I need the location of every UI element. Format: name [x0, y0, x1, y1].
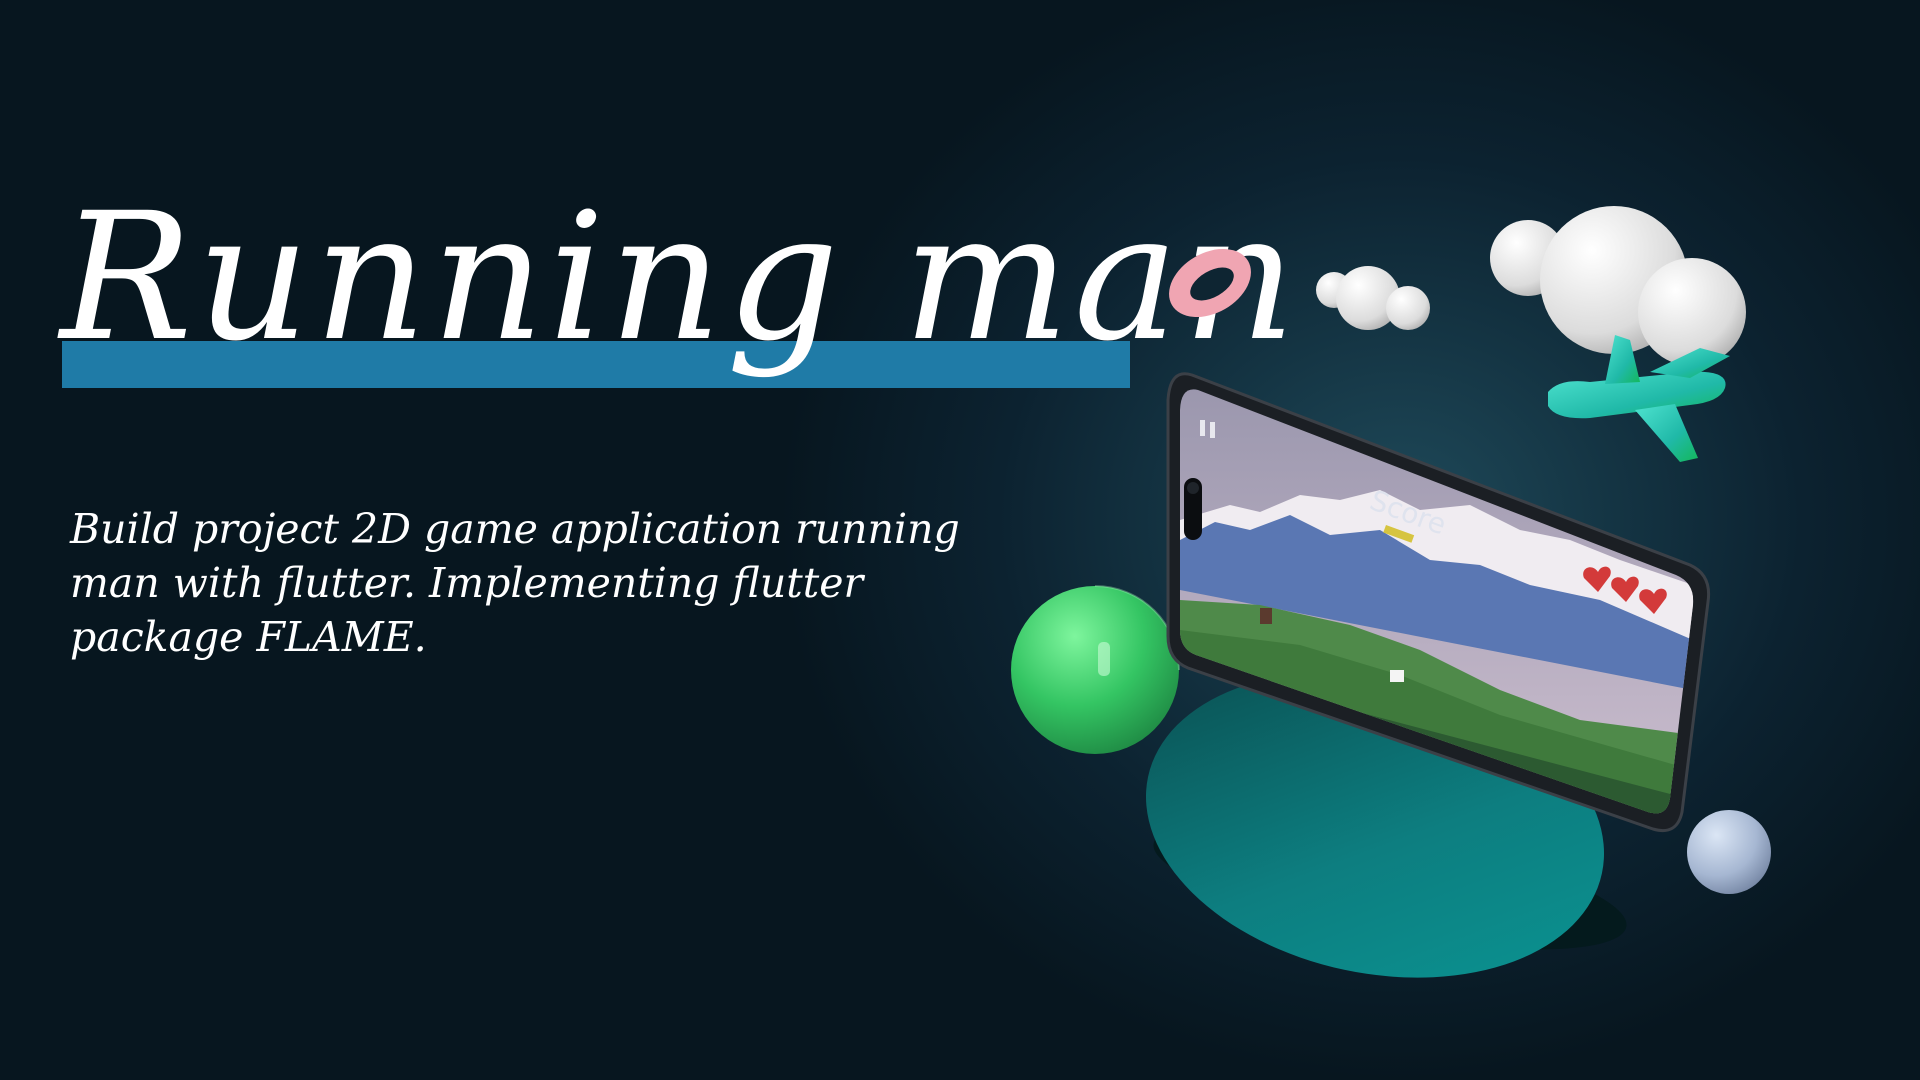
blue-sphere: [1687, 810, 1771, 894]
pink-torus: [1169, 248, 1251, 318]
green-sphere: [1011, 585, 1180, 754]
small-cloud: [1316, 266, 1430, 330]
airplane: [1548, 335, 1730, 462]
runner-sprite: [1260, 608, 1272, 624]
3d-scene-illustration: Score: [1011, 206, 1771, 978]
enemy-sprite: [1390, 670, 1404, 682]
